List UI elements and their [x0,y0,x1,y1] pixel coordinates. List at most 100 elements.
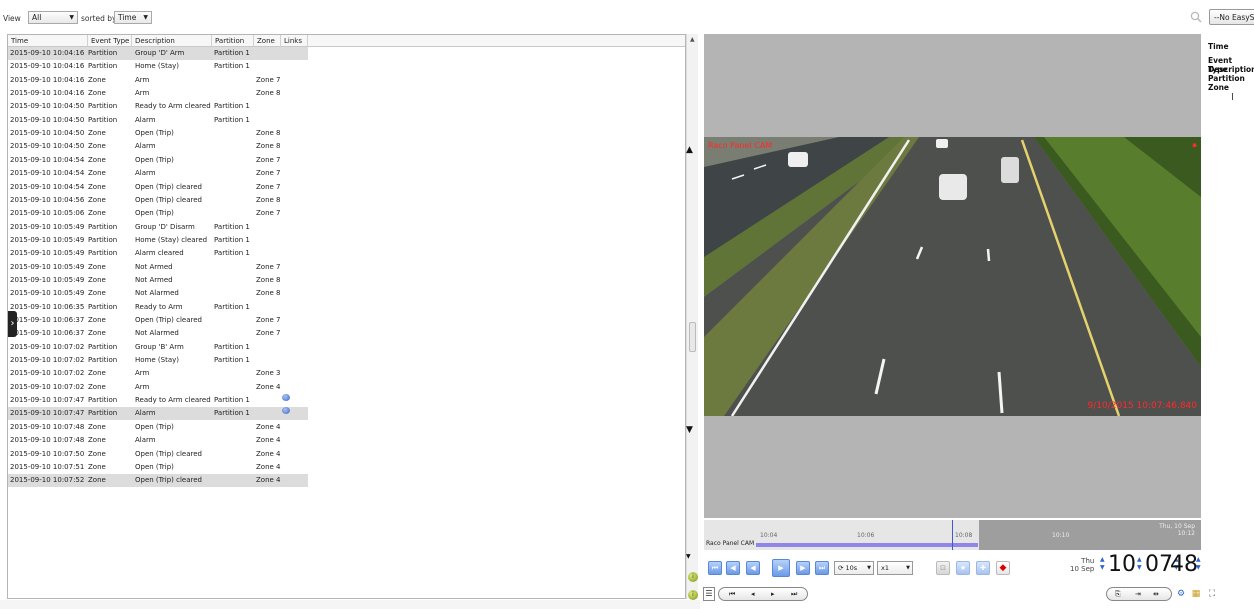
column-header-links[interactable]: Links [281,35,308,47]
table-row[interactable]: 2015-09-10 10:06:37 Zone Not Alarmed Zone 7 [8,327,308,340]
pane-up-arrow-icon[interactable]: ▲ [686,145,693,155]
export-button[interactable]: ⊡ [936,561,950,575]
column-header-zone[interactable]: Zone [254,35,281,47]
timeline[interactable]: 10:04 10:06 10:08 10:10 Thu, 10 Sep 10:1… [704,520,1201,550]
skip-to-end-button[interactable]: ⏭ [815,561,829,575]
vertical-splitter[interactable]: ▲ [686,34,698,599]
table-row[interactable]: 2015-09-10 10:07:48 Zone Open (Trip) Zone 4 [8,421,308,434]
next-event-icon[interactable]: ▸ [771,588,775,600]
table-row[interactable]: 2015-09-10 10:07:48 Zone Alarm Zone 4 [8,434,308,447]
table-row[interactable]: 2015-09-10 10:04:54 Zone Alarm Zone 7 [8,167,308,180]
table-row[interactable]: 2015-09-10 10:07:02 Zone Arm Zone 4 [8,381,308,394]
search-icon[interactable] [1190,11,1202,23]
video-link-icon[interactable] [282,394,290,402]
timeline-position-cursor[interactable] [952,520,953,550]
table-row[interactable]: 2015-09-10 10:04:54 Zone Open (Trip) clear… [8,181,308,194]
cell-description: Open (Trip) [135,462,174,471]
cell-partition: Partition 1 [214,249,250,258]
step-forward-button[interactable]: ▶ [796,561,810,575]
event-navigation-bar[interactable]: ⏮ ◂ ▸ ⏭ [718,587,808,601]
cell-event-type: Partition [88,409,118,418]
table-row[interactable]: 2015-09-10 10:04:56 Zone Open (Trip) clear… [8,194,308,207]
table-row[interactable]: 2015-09-10 10:04:50 Partition Alarm Partiti… [8,114,308,127]
table-row[interactable]: 2015-09-10 10:07:52 Zone Open (Trip) clear… [8,474,308,488]
cell-time: 2015-09-10 10:06:35 [10,302,85,311]
table-row[interactable]: 2015-09-10 10:05:49 Partition Alarm cleare… [8,247,308,260]
table-row[interactable]: 2015-09-10 10:05:49 Zone Not Armed Zone 8 [8,274,308,287]
add-bookmark-button[interactable]: ✚ [976,561,990,575]
table-row[interactable]: 2015-09-10 10:04:50 Zone Alarm Zone 8 [8,140,308,153]
table-row[interactable]: 2015-09-10 10:05:49 Zone Not Alarmed Zone 8 [8,287,308,300]
pane-down-arrow-icon[interactable]: ▼ [686,425,693,435]
step-interval-select[interactable]: ⟳ 10s ▼ [834,561,874,575]
splitter-grip[interactable] [689,322,696,352]
video-link-icon[interactable] [282,407,290,415]
fit-range-icon[interactable]: ⇹ [1153,588,1159,600]
cell-time: 2015-09-10 10:05:49 [10,289,85,298]
table-row[interactable]: 2015-09-10 10:04:50 Zone Open (Trip) Zone 8 [8,127,308,140]
timeline-recording-bar[interactable] [756,543,978,547]
scroll-up-icon[interactable]: ▲ [690,36,695,43]
settings-icon[interactable]: ⚙ [1175,588,1187,600]
fullscreen-icon[interactable]: ⛶ [1206,588,1218,600]
last-event-icon[interactable]: ⏭ [791,588,797,600]
clock-hours[interactable]: 10 [1108,552,1136,577]
table-row[interactable]: 2015-09-10 10:05:49 Partition Home (Stay) … [8,234,308,247]
event-list[interactable]: Time Event Type Description Partition Zo… [7,34,686,599]
hour-spinner-icon[interactable]: ▲ ▼ [1100,556,1105,572]
list-view-icon[interactable]: ☰ [703,587,715,601]
table-row[interactable]: 2015-09-10 10:07:02 Partition Group 'B' Ar… [8,341,308,354]
table-row[interactable]: 2015-09-10 10:07:02 Partition Home (Stay) P… [8,354,308,367]
table-row[interactable]: 2015-09-10 10:07:50 Zone Open (Trip) clear… [8,448,308,461]
table-row[interactable]: 2015-09-10 10:07:47 Partition Alarm Partiti… [8,407,308,421]
speed-value: x1 [881,564,889,572]
table-row[interactable]: 2015-09-10 10:07:47 Partition Ready to Arm… [8,394,308,407]
table-row[interactable]: 2015-09-10 10:04:54 Zone Open (Trip) Zone 7 [8,154,308,167]
table-row[interactable]: 2015-09-10 10:04:16 Zone Arm Zone 8 [8,87,308,100]
first-event-icon[interactable]: ⏮ [729,588,735,600]
play-button[interactable]: ▶ [772,559,790,577]
table-row[interactable]: 2015-09-10 10:06:37 Zone Open (Trip) clear… [8,314,308,327]
minute-spinner-icon[interactable]: ▲ ▼ [1137,556,1142,572]
cell-event-type: Zone [88,129,106,138]
detail-field-zone: Zone [1208,83,1230,92]
speed-select[interactable]: x1 ▼ [877,561,913,575]
second-spinner-right-icon[interactable]: ▲ ▼ [1196,556,1201,572]
sync-navigation-bar[interactable]: ⎘ ⇥ ⇹ [1106,587,1172,601]
cell-time: 2015-09-10 10:05:49 [10,235,85,244]
time-selector[interactable]: Thu 10 Sep ▲ ▼ 10 ▲ ▼ 07 ▲ ▼ 48 ▲ ▼ [1065,552,1205,582]
table-row[interactable]: 2015-09-10 10:06:35 Partition Ready to Arm… [8,301,308,314]
play-reverse-button[interactable]: ◀ [746,561,760,575]
table-row[interactable]: 2015-09-10 10:07:02 Zone Arm Zone 3 [8,367,308,380]
record-button[interactable]: ◆ [996,561,1010,575]
table-row[interactable]: 2015-09-10 10:04:16 Zone Arm Zone 7 [8,74,308,87]
column-header-event-type[interactable]: Event Type [88,35,132,47]
column-header-partition[interactable]: Partition [212,35,254,47]
bookmark-button[interactable]: ★ [956,561,970,575]
column-header-description[interactable]: Description [132,35,212,47]
clock-seconds[interactable]: 48 [1170,552,1198,577]
step-back-button[interactable]: ◀ [726,561,740,575]
easy-search-button[interactable]: --No EasySe [1209,9,1254,25]
sync-icon[interactable]: ⎘ [1115,588,1121,600]
layout-icon[interactable]: ▦ [1190,588,1202,600]
table-row[interactable]: 2015-09-10 10:05:49 Partition Group 'D' Di… [8,221,308,234]
column-header-time[interactable]: Time [8,35,88,47]
sort-select[interactable]: Time ▼ [114,11,152,24]
view-select[interactable]: All ▼ [28,11,78,24]
table-row[interactable]: 2015-09-10 10:05:06 Zone Open (Trip) Zone 7 [8,207,308,220]
collapse-panel-handle[interactable]: › [8,311,17,337]
cell-event-type: Partition [88,49,118,57]
skip-to-start-button[interactable]: ⏮ [708,561,722,575]
clock-minutes[interactable]: 07 [1145,552,1173,577]
scroll-down-icon[interactable]: ▼ [686,553,691,560]
table-row[interactable]: 2015-09-10 10:04:16 Partition Home (Stay) P… [8,60,308,73]
table-row[interactable]: 2015-09-10 10:05:49 Zone Not Armed Zone 7 [8,261,308,274]
table-row[interactable]: 2015-09-10 10:04:16 Partition Group 'D' Ar… [8,47,308,60]
cell-description: Alarm [135,115,156,124]
table-row[interactable]: 2015-09-10 10:07:51 Zone Open (Trip) Zone 4 [8,461,308,474]
cell-time: 2015-09-10 10:05:49 [10,222,85,231]
jump-to-live-icon[interactable]: ⇥ [1135,588,1141,600]
previous-event-icon[interactable]: ◂ [751,588,755,600]
table-row[interactable]: 2015-09-10 10:04:50 Partition Ready to Arm… [8,100,308,113]
